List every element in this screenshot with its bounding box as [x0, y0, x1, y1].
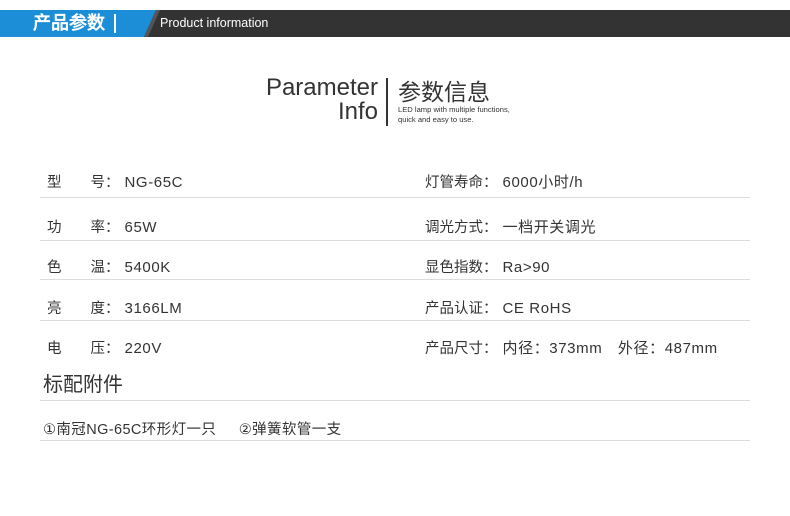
param-label: 产品认证： — [425, 301, 498, 317]
param-row: 亮 度： 3166LM 产品认证： CE RoHS — [0, 299, 790, 319]
accessories-title: 标配附件 — [43, 374, 123, 396]
param-label: 型 号： — [47, 173, 120, 193]
param-label: 显色指数： — [425, 260, 498, 276]
divider-line — [40, 240, 750, 241]
accessory-item: ②弹簧软管一支 — [238, 422, 342, 438]
param-label-char: 率： — [90, 220, 120, 236]
param-value: CE RoHS — [502, 300, 572, 317]
param-label: 产品尺寸： — [425, 341, 498, 357]
section-title-english: Parameter Info — [266, 76, 378, 124]
param-label: 功 率： — [47, 218, 120, 238]
divider-line — [40, 197, 750, 198]
param-item-power: 功 率： 65W — [47, 218, 157, 238]
param-label: 色 温： — [47, 258, 120, 278]
divider-line — [40, 440, 750, 441]
param-value: Ra>90 — [502, 259, 551, 276]
param-label: 亮 度： — [47, 299, 120, 319]
param-item-certification: 产品认证： CE RoHS — [425, 299, 572, 319]
param-item-brightness: 亮 度： 3166LM — [47, 299, 182, 319]
divider-line — [40, 400, 750, 401]
section-title-chinese: 参数信息 — [398, 79, 490, 105]
divider-line — [40, 320, 750, 321]
param-label: 调光方式： — [425, 220, 498, 236]
param-label: 电 压： — [47, 339, 120, 359]
param-item-lifespan: 灯管寿命： 6000小时/h — [425, 173, 583, 193]
param-row: 色 温： 5400K 显色指数： Ra>90 — [0, 258, 790, 278]
accessories-list: ①南冠NG-65C环形灯一只 ②弹簧软管一支 — [43, 420, 342, 440]
param-label-char: 型 — [47, 175, 62, 191]
param-row: 功 率： 65W 调光方式： 一档开关调光 — [0, 218, 790, 238]
param-item-cri: 显色指数： Ra>90 — [425, 258, 550, 278]
param-label: 灯管寿命： — [425, 175, 498, 191]
param-row: 电 压： 220V 产品尺寸： 内径：373mm 外径：487mm — [0, 339, 790, 359]
param-item-dimming: 调光方式： 一档开关调光 — [425, 218, 596, 238]
param-value: 65W — [124, 219, 158, 236]
section-title-en-line2: Info — [337, 98, 378, 125]
accessory-item: ①南冠NG-65C环形灯一只 — [43, 422, 217, 438]
param-item-dimensions: 产品尺寸： 内径：373mm 外径：487mm — [425, 339, 718, 359]
header-title-divider — [114, 14, 116, 33]
header-title: 产品参数 — [33, 13, 105, 33]
param-label-char: 功 — [47, 220, 62, 236]
param-item-voltage: 电 压： 220V — [47, 339, 162, 359]
param-label-char: 压： — [90, 341, 120, 357]
param-value: 220V — [124, 340, 162, 357]
param-item-model: 型 号： NG-65C — [47, 173, 183, 193]
section-desc-line2: quick and easy to use. — [398, 115, 474, 124]
param-label-char: 亮 — [47, 301, 62, 317]
param-item-color-temp: 色 温： 5400K — [47, 258, 171, 278]
param-value: 一档开关调光 — [502, 219, 597, 236]
param-label-char: 号： — [90, 175, 120, 191]
param-label-char: 度： — [90, 301, 120, 317]
param-value: NG-65C — [124, 174, 184, 191]
section-title-divider — [386, 78, 388, 126]
section-title-description: LED lamp with multiple functions, quick … — [398, 105, 510, 125]
param-label-char: 色 — [47, 260, 62, 276]
param-label-char: 温： — [90, 260, 120, 276]
param-value: 3166LM — [124, 300, 183, 317]
section-title-en-line1: Parameter — [265, 74, 378, 101]
section-desc-line1: LED lamp with multiple functions, — [398, 105, 510, 114]
param-label-char: 电 — [47, 341, 62, 357]
param-value: 内径：373mm 外径：487mm — [502, 340, 718, 357]
param-row: 型 号： NG-65C 灯管寿命： 6000小时/h — [0, 173, 790, 193]
param-value: 5400K — [124, 259, 171, 276]
divider-line — [40, 279, 750, 280]
header-subtitle: Product information — [160, 16, 269, 30]
param-value: 6000小时/h — [502, 174, 584, 191]
